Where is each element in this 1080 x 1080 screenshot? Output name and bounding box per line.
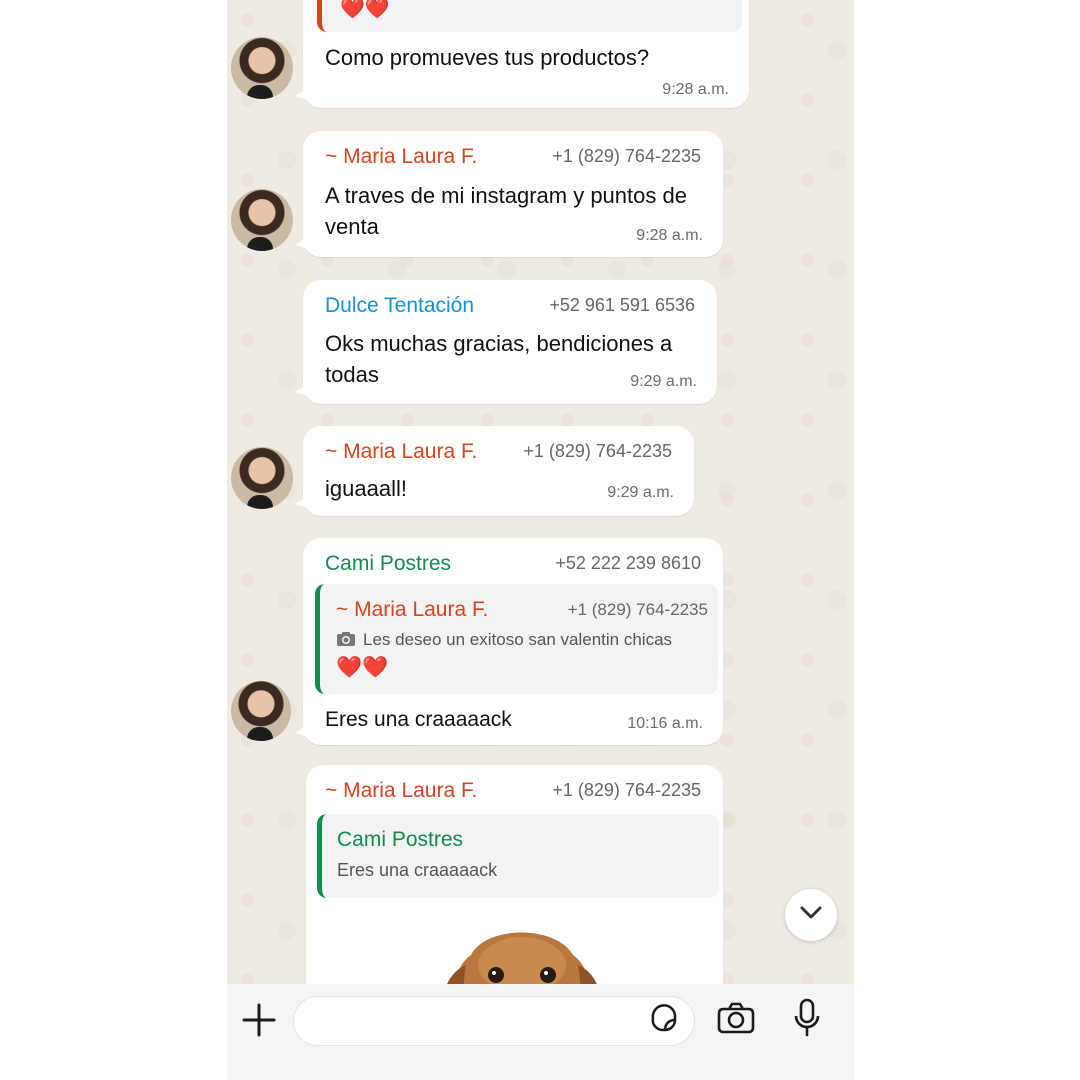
voice-message-button[interactable] (789, 998, 825, 1042)
quote-text: Eres una craaaaack (337, 860, 498, 880)
sender-phone: +1 (829) 764-2235 (552, 146, 701, 166)
avatar[interactable] (231, 37, 293, 99)
sender-phone: +1 (829) 764-2235 (523, 441, 672, 461)
message-bubble[interactable]: ❤️❤️ Como promueves tus productos? 9:28 … (295, 0, 749, 108)
sender-name[interactable]: ~ Maria Laura F. (325, 440, 477, 464)
scroll-to-bottom-button[interactable] (785, 889, 837, 941)
chevron-down-icon (800, 906, 822, 925)
avatar[interactable] (231, 447, 293, 509)
sender-name[interactable]: Cami Postres (325, 552, 451, 576)
message-bubble[interactable]: Dulce Tentación +52 961 591 6536 Oks muc… (295, 280, 717, 404)
message-bubble[interactable]: Cami Postres +52 222 239 8610 ~ Maria La… (295, 538, 723, 745)
sender-phone: +52 222 239 8610 (555, 553, 701, 573)
message-text: iguaaall! (325, 476, 407, 501)
message-bubble[interactable]: ~ Maria Laura F. +1 (829) 764-2235 iguaa… (295, 426, 694, 516)
camera-icon (717, 1002, 755, 1039)
quote-emoji: ❤️❤️ (340, 0, 390, 20)
avatar[interactable] (231, 681, 291, 741)
plus-icon (242, 1003, 276, 1042)
sender-phone: +52 961 591 6536 (549, 295, 695, 315)
camera-small-icon (336, 631, 356, 652)
sticker-button[interactable] (648, 1003, 680, 1039)
quote-sender: Cami Postres (337, 828, 464, 851)
composer-bar (227, 984, 854, 1080)
quoted-message[interactable]: ❤️❤️ (317, 0, 742, 32)
mic-icon (793, 998, 821, 1043)
sender-phone: +1 (829) 764-2235 (552, 780, 701, 800)
sticker-icon (649, 1003, 679, 1039)
message-time: 10:16 a.m. (627, 715, 703, 732)
message-text: Eres una craaaaack (325, 708, 512, 731)
message-text: Como promueves tus productos? (325, 45, 650, 70)
quote-emoji: ❤️❤️ (336, 656, 389, 679)
message-time: 9:29 a.m. (630, 373, 697, 390)
quote-phone: +1 (829) 764-2235 (567, 600, 708, 619)
message-time: 9:28 a.m. (662, 81, 729, 98)
sender-name[interactable]: ~ Maria Laura F. (325, 145, 477, 169)
quote-sender: ~ Maria Laura F. (336, 598, 489, 621)
message-time: 9:28 a.m. (636, 227, 703, 244)
camera-button[interactable] (714, 1000, 758, 1040)
chat-screen: ❤️❤️ Como promueves tus productos? 9:28 … (227, 0, 854, 1080)
attach-button[interactable] (239, 1002, 279, 1042)
avatar[interactable] (231, 189, 293, 251)
sender-name[interactable]: Dulce Tentación (325, 294, 474, 318)
quoted-message[interactable]: ~ Maria Laura F. +1 (829) 764-2235 Les d… (315, 584, 718, 694)
quoted-message[interactable]: Cami Postres Eres una craaaaack (317, 814, 719, 898)
message-input[interactable] (293, 996, 695, 1046)
quote-text: Les deseo un exitoso san valentin chicas (363, 630, 673, 649)
message-time: 9:29 a.m. (607, 484, 674, 501)
message-bubble[interactable]: ~ Maria Laura F. +1 (829) 764-2235 A tra… (295, 131, 723, 257)
sender-name[interactable]: ~ Maria Laura F. (325, 779, 477, 803)
